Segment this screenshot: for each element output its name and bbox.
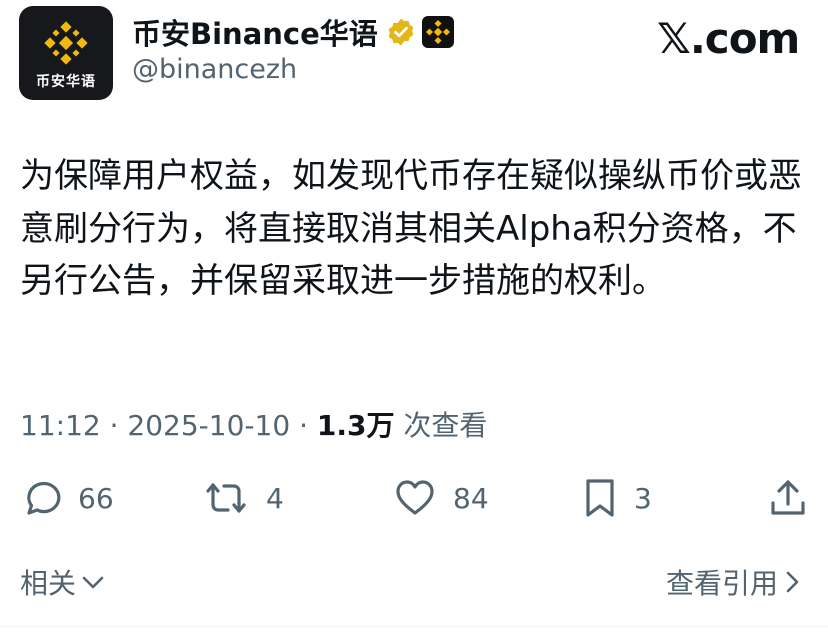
author-name-row[interactable]: 币安Binance华语: [132, 8, 454, 56]
author-display-name[interactable]: 币安Binance华语: [132, 11, 378, 53]
tweet-time[interactable]: 11:12: [20, 409, 101, 442]
divider: [0, 626, 828, 627]
view-quotes-link[interactable]: 查看引用: [666, 562, 802, 602]
tweet-date[interactable]: 2025-10-10: [127, 409, 290, 442]
chevron-right-icon: [786, 571, 799, 593]
tweet-text: 为保障用户权益，如发现代币存在疑似操纵币价或恶意刷分行为，将直接取消其相关Alp…: [20, 156, 802, 301]
chevron-down-icon: [82, 576, 104, 589]
bookmark-count: 3: [634, 481, 652, 515]
bookmark-button[interactable]: 3: [582, 470, 652, 526]
tweet-actions: 66 4 84 3: [0, 470, 828, 526]
bookmark-icon: [586, 479, 614, 517]
share-upload-icon: [771, 480, 805, 515]
related-toggle[interactable]: 相关: [20, 562, 106, 602]
retweet-button[interactable]: 4: [202, 470, 284, 526]
view-count-label: 次查看: [403, 409, 488, 442]
meta-separator: ·: [109, 409, 119, 442]
share-button[interactable]: [768, 470, 808, 526]
x-com-logo: 𝕏.com: [657, 14, 800, 63]
retweet-icon: [206, 483, 246, 513]
reply-button[interactable]: 66: [20, 470, 114, 526]
reply-count: 66: [78, 481, 114, 515]
meta-separator: ·: [299, 409, 308, 442]
retweet-count: 4: [266, 481, 284, 515]
avatar-label: 币安华语: [36, 74, 96, 90]
author-avatar[interactable]: 币安华语: [19, 6, 113, 100]
tweet-meta: 11:12 · 2025-10-10 · 1.3万 次查看: [20, 404, 487, 444]
view-quotes-label: 查看引用: [665, 567, 778, 600]
reply-bubble-icon: [27, 481, 61, 515]
verified-gold-badge-icon: [388, 18, 414, 46]
like-button[interactable]: 84: [393, 470, 489, 526]
like-count: 84: [453, 481, 489, 515]
binance-affiliate-badge-icon[interactable]: [421, 16, 454, 48]
view-count: 1.3万: [316, 409, 395, 442]
heart-icon: [396, 480, 434, 515]
author-handle[interactable]: @binancezh: [132, 54, 297, 85]
related-label: 相关: [20, 567, 77, 600]
binance-logo-icon: [44, 21, 88, 65]
